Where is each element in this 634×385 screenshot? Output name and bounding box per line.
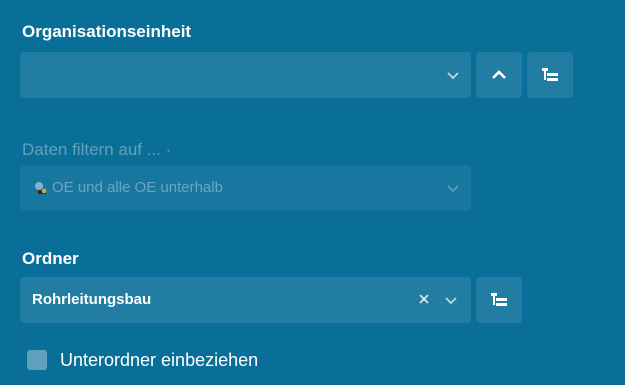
chevron-down-icon: [447, 185, 459, 193]
filter-label: Daten filtern auf ... ·: [22, 140, 172, 159]
tree-icon: [542, 68, 558, 81]
folder-tree-button[interactable]: [476, 277, 522, 323]
filter-select[interactable]: OE und alle OE unterhalb: [20, 165, 471, 211]
tree-icon: [491, 293, 507, 306]
org-unit-label: Organisationseinheit: [22, 22, 192, 41]
chevron-up-icon: [492, 70, 506, 79]
collapse-button[interactable]: [476, 52, 522, 98]
folder-value: Rohrleitungsbau: [32, 291, 152, 308]
folder-label: Ordner: [22, 249, 79, 268]
filter-value: OE und alle OE unterhalb: [52, 179, 223, 196]
org-unit-icon: [35, 182, 47, 194]
folder-select[interactable]: Rohrleitungsbau: [20, 277, 471, 323]
chevron-down-icon[interactable]: [443, 292, 459, 308]
filter-panel: Organisationseinheit Daten filtern auf .…: [0, 0, 625, 385]
chevron-down-icon[interactable]: [445, 67, 461, 83]
subfolders-checkbox[interactable]: [27, 350, 47, 370]
subfolders-label: Unterordner einbeziehen: [60, 350, 259, 370]
org-unit-select[interactable]: [20, 52, 471, 98]
clear-icon[interactable]: [416, 291, 432, 307]
org-unit-tree-button[interactable]: [527, 52, 573, 98]
